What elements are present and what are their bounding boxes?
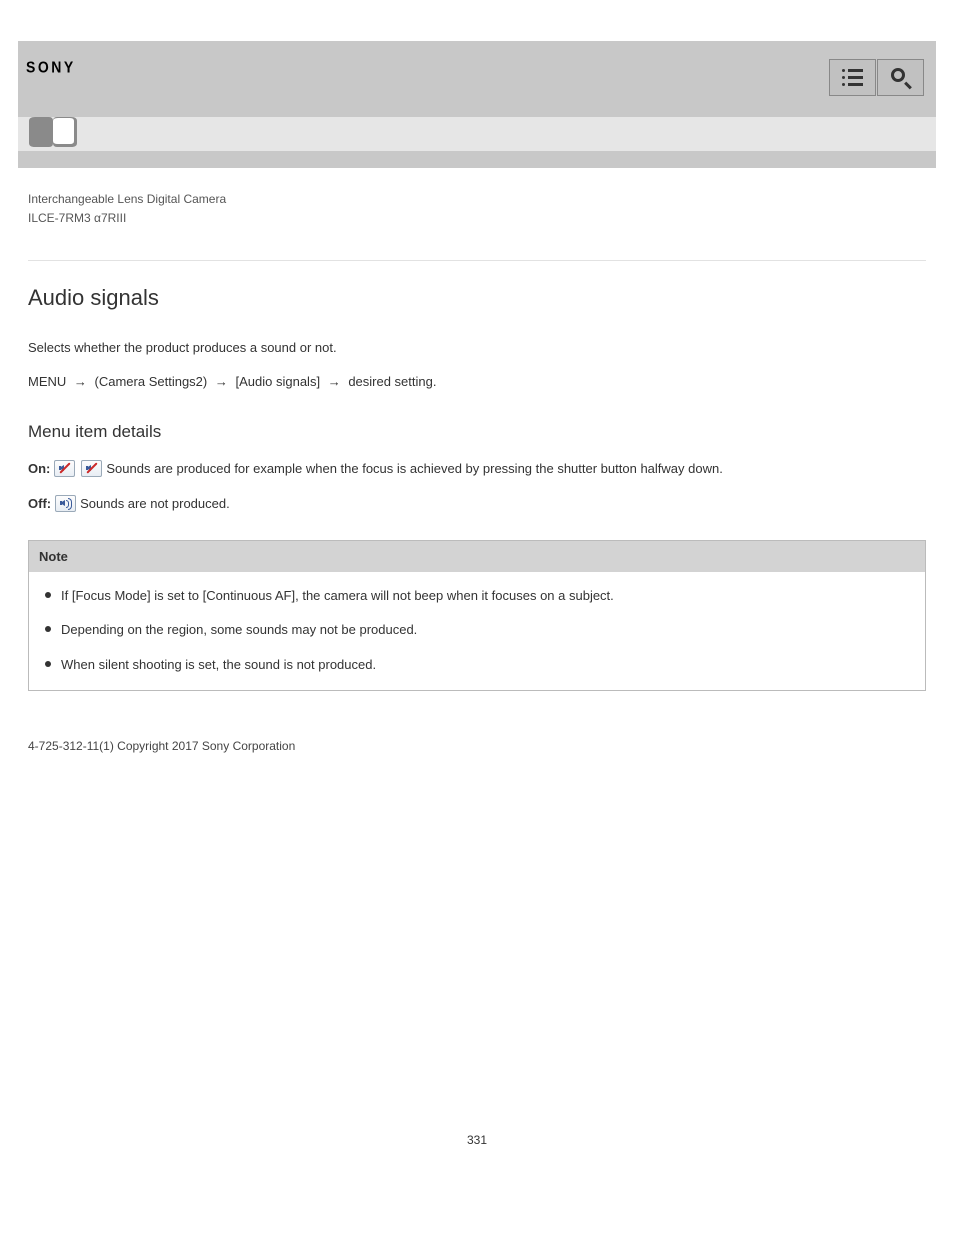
header-bar: SONY xyxy=(18,41,936,117)
page-number: 331 xyxy=(0,1133,954,1177)
book-icon xyxy=(25,117,81,149)
device-info: Interchangeable Lens Digital Camera ILCE… xyxy=(28,190,926,228)
menu-icon xyxy=(842,69,863,86)
audio-on-icon xyxy=(55,495,76,512)
option-off: Off: Sounds are not produced. xyxy=(28,495,926,512)
note-item: If [Focus Mode] is set to [Continuous AF… xyxy=(39,586,915,607)
option-off-label: Off: xyxy=(28,496,51,511)
search-icon xyxy=(891,68,911,88)
note-item: Depending on the region, some sounds may… xyxy=(39,620,915,641)
header-buttons xyxy=(829,59,924,96)
note-title: Note xyxy=(29,541,925,572)
brand-logo: SONY xyxy=(26,58,76,76)
menu-step: desired setting. xyxy=(348,374,436,389)
divider xyxy=(28,260,926,261)
arrow-icon: → xyxy=(215,374,228,389)
option-on-label: On: xyxy=(28,461,50,476)
device-type: Interchangeable Lens Digital Camera xyxy=(28,190,926,209)
device-model: ILCE-7RM3 α7RIII xyxy=(28,209,926,228)
menu-path: MENU → (Camera Settings2) → [Audio signa… xyxy=(28,371,926,393)
note-box: Note If [Focus Mode] is set to [Continuo… xyxy=(28,540,926,691)
page-title: Audio signals xyxy=(28,285,926,311)
menu-step: MENU xyxy=(28,374,66,389)
option-off-text: Sounds are not produced. xyxy=(80,496,230,511)
search-button[interactable] xyxy=(877,59,924,96)
option-on-text: Sounds are produced for example when the… xyxy=(106,461,722,476)
section-header: Menu item details xyxy=(28,422,926,442)
body-text: Selects whether the product produces a s… xyxy=(28,337,926,393)
intro-paragraph: Selects whether the product produces a s… xyxy=(28,337,926,359)
menu-button[interactable] xyxy=(829,59,876,96)
arrow-icon: → xyxy=(328,374,341,389)
note-item: When silent shooting is set, the sound i… xyxy=(39,655,915,676)
subheader-bottom xyxy=(18,151,936,168)
footer-info: 4-725-312-11(1) Copyright 2017 Sony Corp… xyxy=(28,739,926,753)
subheader-bar xyxy=(18,117,936,151)
arrow-icon: → xyxy=(74,374,87,389)
audio-mute-icon xyxy=(81,460,102,477)
menu-step: [Audio signals] xyxy=(236,374,321,389)
option-on: On: Sounds are produced for example when… xyxy=(28,460,926,477)
menu-step: (Camera Settings2) xyxy=(95,374,208,389)
note-body: If [Focus Mode] is set to [Continuous AF… xyxy=(29,572,925,690)
audio-mute-icon xyxy=(54,460,75,477)
